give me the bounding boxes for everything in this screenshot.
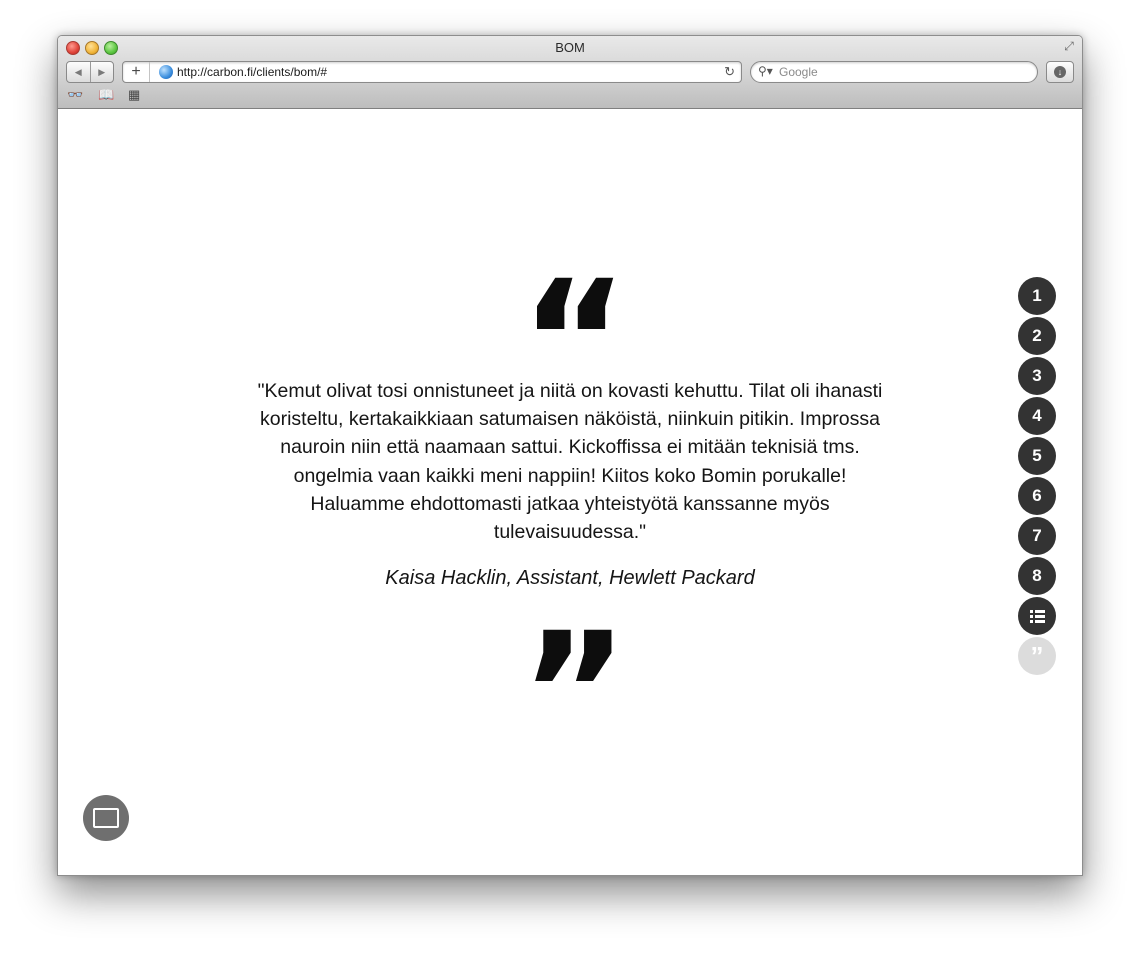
slide-nav-8[interactable]: 8 <box>1018 557 1056 595</box>
testimonial-author: Kaisa Hacklin, Assistant, Hewlett Packar… <box>385 567 755 589</box>
back-arrow-icon: ◀ <box>74 66 82 77</box>
search-placeholder: Google <box>779 65 818 79</box>
slide-nav-6[interactable]: 6 <box>1018 477 1056 515</box>
list-icon <box>1029 609 1045 623</box>
forward-arrow-icon: ▶ <box>98 66 106 77</box>
reading-list-icon[interactable]: 👓 <box>67 87 83 103</box>
browser-chrome: BOM ⤢ ◀ ▶ + http://carbon.fi/clients/bom… <box>58 36 1082 109</box>
slide-nav-3[interactable]: 3 <box>1018 357 1056 395</box>
reload-icon[interactable]: ↻ <box>724 64 735 80</box>
slide-nav-7[interactable]: 7 <box>1018 517 1056 555</box>
downloads-button[interactable]: ↓ <box>1046 61 1074 83</box>
screen-toggle-button[interactable] <box>83 795 129 841</box>
slide-nav-4[interactable]: 4 <box>1018 397 1056 435</box>
browser-window: BOM ⤢ ◀ ▶ + http://carbon.fi/clients/bom… <box>57 35 1083 876</box>
slide-navigation: 1 2 3 4 5 6 7 8 ” <box>1018 277 1056 677</box>
add-bookmark-button[interactable]: + <box>123 62 150 82</box>
search-icon: ⚲▾ <box>758 64 773 78</box>
top-sites-grid-icon[interactable]: ▦ <box>128 87 140 103</box>
slide-nav-5[interactable]: 5 <box>1018 437 1056 475</box>
search-field[interactable]: ⚲▾ Google <box>750 61 1038 83</box>
url-field[interactable]: http://carbon.fi/clients/bom/# <box>177 65 327 79</box>
page-content: “ "Kemut olivat tosi onnistuneet ja niit… <box>58 109 1082 875</box>
address-bar[interactable]: + http://carbon.fi/clients/bom/# ↻ <box>122 61 742 83</box>
forward-button[interactable]: ▶ <box>89 62 114 82</box>
download-icon: ↓ <box>1054 66 1066 78</box>
slide-nav-1[interactable]: 1 <box>1018 277 1056 315</box>
window-title: BOM <box>555 40 585 55</box>
globe-icon <box>159 65 173 79</box>
slide-nav-quote-active[interactable]: ” <box>1018 637 1056 675</box>
bookmarks-book-icon[interactable]: 📖 <box>98 87 114 103</box>
fullscreen-icon[interactable]: ⤢ <box>1062 39 1076 53</box>
slide-nav-list-button[interactable] <box>1018 597 1056 635</box>
back-forward-group: ◀ ▶ <box>66 61 114 83</box>
close-quote-mark: ” <box>520 597 628 789</box>
back-button[interactable]: ◀ <box>67 62 90 82</box>
slide-nav-2[interactable]: 2 <box>1018 317 1056 355</box>
screen-icon <box>93 808 119 828</box>
testimonial-text: "Kemut olivat tosi onnistuneet ja niitä … <box>257 380 883 544</box>
